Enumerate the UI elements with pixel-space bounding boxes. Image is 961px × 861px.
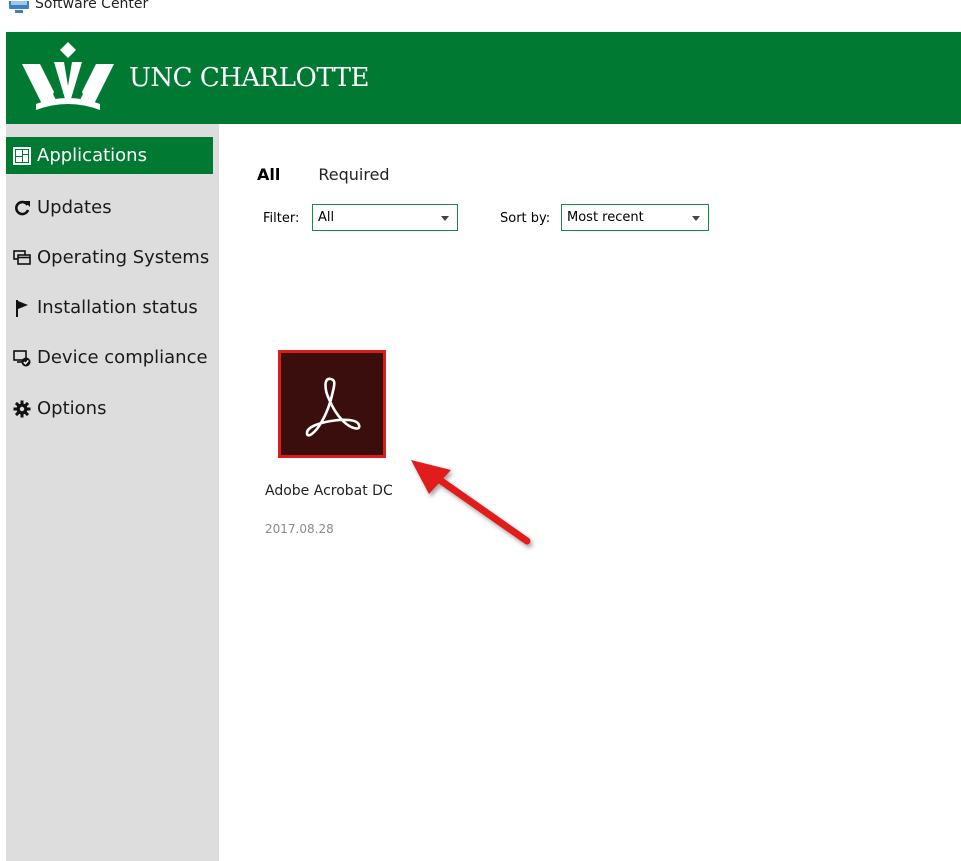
chevron-down-icon [441, 216, 449, 221]
window-title: Software Center [35, 0, 149, 12]
filter-dropdown[interactable]: All [312, 204, 458, 231]
annotation-arrow-icon [411, 460, 531, 545]
sort-label: Sort by: [500, 211, 551, 226]
filter-selected-value: All [318, 210, 335, 225]
sidebar-item-label: Applications [37, 145, 147, 166]
sidebar-item-label: Updates [37, 197, 112, 218]
chevron-down-icon [692, 216, 700, 221]
window-titlebar: Software Center [0, 0, 961, 32]
sidebar-item-applications[interactable]: Applications [6, 137, 213, 174]
operating-systems-icon [12, 248, 32, 268]
sort-dropdown[interactable]: Most recent [561, 204, 709, 231]
sidebar-item-label: Operating Systems [37, 247, 210, 268]
flag-icon [12, 298, 32, 318]
sidebar-item-installation-status[interactable]: Installation status [6, 289, 213, 326]
unc-charlotte-crown-logo-icon [20, 42, 120, 118]
sidebar: Applications Updates Operating Systems I… [6, 124, 219, 861]
gear-icon [12, 399, 32, 419]
sidebar-item-operating-systems[interactable]: Operating Systems [6, 239, 213, 276]
main-content: All Required Filter: All Sort by: Most r… [219, 124, 961, 861]
applications-grid-icon [12, 146, 32, 166]
sort-selected-value: Most recent [567, 210, 644, 225]
tab-strip: All Required [257, 165, 390, 184]
tab-required[interactable]: Required [318, 165, 389, 184]
sidebar-item-label: Installation status [37, 297, 198, 318]
header-banner: UNC CHARLOTTE [6, 32, 961, 124]
refresh-icon [12, 198, 32, 218]
brand-name: UNC CHARLOTTE [129, 63, 369, 93]
sidebar-item-label: Options [37, 398, 107, 419]
filter-label: Filter: [263, 211, 300, 226]
adobe-acrobat-icon [281, 353, 383, 455]
app-tile-adobe-acrobat-dc[interactable] [278, 350, 386, 458]
device-compliance-icon [12, 348, 32, 368]
app-date: 2017.08.28 [265, 522, 334, 536]
sidebar-item-device-compliance[interactable]: Device compliance [6, 339, 213, 376]
software-center-app-icon [8, 0, 30, 14]
app-name[interactable]: Adobe Acrobat DC [265, 483, 393, 499]
sidebar-item-label: Device compliance [37, 347, 208, 368]
sidebar-item-options[interactable]: Options [6, 390, 213, 427]
tab-all[interactable]: All [257, 165, 280, 184]
sidebar-item-updates[interactable]: Updates [6, 189, 213, 226]
